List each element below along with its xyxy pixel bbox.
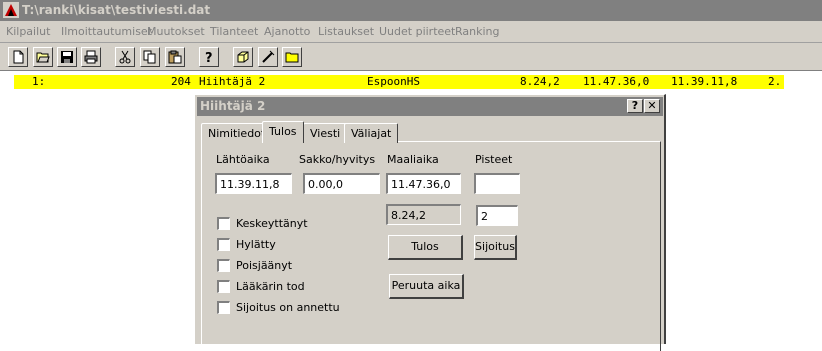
penalty-field[interactable]: 0.00,0 (303, 173, 380, 194)
copy-button[interactable] (140, 47, 160, 67)
menu-muutokset[interactable]: Muutokset (147, 25, 205, 38)
menu-tilanteet[interactable]: Tilanteet (210, 25, 258, 38)
sijoitus-button[interactable]: Sijoitus (474, 235, 517, 260)
pen-icon (261, 50, 275, 64)
close-button[interactable]: ✕ (644, 99, 660, 113)
help-icon: ? (202, 50, 216, 64)
folder-icon (285, 50, 299, 64)
start-time: 11.39.11,8 (671, 75, 738, 88)
result-name: Hiihtäjä 2 (199, 75, 266, 88)
points-label: Pisteet (475, 153, 513, 166)
open-folder-icon (36, 50, 50, 64)
checkbox-label: Sijoitus on annettu (236, 301, 340, 314)
menu-ajanotto[interactable]: Ajanotto (264, 25, 310, 38)
print-icon (84, 50, 98, 64)
new-file-icon (11, 50, 25, 64)
finish-time: 11.47.36,0 (583, 75, 650, 88)
competitor-dialog: Hiihtäjä 2 ? ✕ Nimitiedot Tulos Viesti V… (194, 94, 666, 351)
checkbox-label: Lääkärin tod (236, 280, 305, 293)
checkbox-box[interactable] (217, 259, 230, 272)
checkbox-label: Hylätty (236, 238, 276, 251)
peruuta-aika-button[interactable]: Peruuta aika (389, 274, 464, 299)
result-position: 1: (32, 75, 46, 88)
folder-button[interactable] (282, 47, 302, 67)
menu-listaukset[interactable]: Listaukset (318, 25, 374, 38)
window-title: T:\ranki\kisat\testiviesti.dat (22, 3, 211, 17)
points-field[interactable] (474, 173, 520, 194)
checkbox-label: Poisjäänyt (236, 259, 293, 272)
cut-icon (118, 50, 132, 64)
result-club: EspoonHS (367, 75, 420, 88)
result-place: 2. (768, 75, 782, 88)
new-file-button[interactable] (8, 47, 28, 67)
dialog-title: Hiihtäjä 2 (200, 99, 266, 113)
close-icon: ✕ (647, 99, 657, 112)
pen-button[interactable] (258, 47, 278, 67)
tab-viesti[interactable]: Viesti (303, 123, 348, 143)
open-button[interactable] (33, 47, 53, 67)
checkbox-label: Keskeyttänyt (236, 217, 308, 230)
cut-button[interactable] (115, 47, 135, 67)
menu-ranking[interactable]: Ranking (455, 25, 500, 38)
toolbar: ? (0, 43, 822, 71)
paste-icon (168, 50, 182, 64)
menu-bar: Kilpailut Ilmoittautumiset Muutokset Til… (0, 21, 822, 43)
checkbox-box[interactable] (217, 301, 230, 314)
finish-time-label: Maaliaika (387, 153, 439, 166)
tab-valiajat[interactable]: Väliajat (344, 123, 399, 143)
help-question-button[interactable]: ? (627, 99, 643, 113)
paste-button[interactable] (165, 47, 185, 67)
help-button[interactable]: ? (199, 47, 219, 67)
tab-tulos[interactable]: Tulos (262, 121, 304, 143)
result-row-selected[interactable]: 1: 204 Hiihtäjä 2 EspoonHS 8.24,2 11.47.… (14, 75, 784, 89)
tulos-button[interactable]: Tulos (388, 235, 463, 260)
svg-text:?: ? (205, 51, 213, 64)
placement-field[interactable]: 2 (476, 205, 518, 226)
menu-uudet-piirteet[interactable]: Uudet piirteet (379, 25, 455, 38)
dialog-titlebar[interactable]: Hiihtäjä 2 ? ✕ (197, 97, 663, 116)
start-time-label: Lähtöaika (216, 153, 270, 166)
save-icon (60, 50, 74, 64)
window-titlebar[interactable]: T:\ranki\kisat\testiviesti.dat (0, 0, 822, 21)
result-time-field: 8.24,2 (386, 204, 461, 225)
finish-time-field[interactable]: 11.47.36,0 (386, 173, 461, 194)
result-time: 8.24,2 (520, 75, 560, 88)
checkbox-box[interactable] (217, 238, 230, 251)
menu-ilmoittautumiset[interactable]: Ilmoittautumiset (61, 25, 152, 38)
menu-kilpailut[interactable]: Kilpailut (6, 25, 50, 38)
print-button[interactable] (81, 47, 101, 67)
box-icon (236, 50, 250, 64)
save-button[interactable] (57, 47, 77, 67)
app-logo-icon[interactable] (3, 2, 19, 18)
box-button[interactable] (233, 47, 253, 67)
start-time-field[interactable]: 11.39.11,8 (215, 173, 292, 194)
result-number: 204 (171, 75, 191, 88)
penalty-label: Sakko/hyvitys (299, 153, 376, 166)
copy-icon (143, 50, 157, 64)
checkbox-box[interactable] (217, 217, 230, 230)
checkbox-box[interactable] (217, 280, 230, 293)
